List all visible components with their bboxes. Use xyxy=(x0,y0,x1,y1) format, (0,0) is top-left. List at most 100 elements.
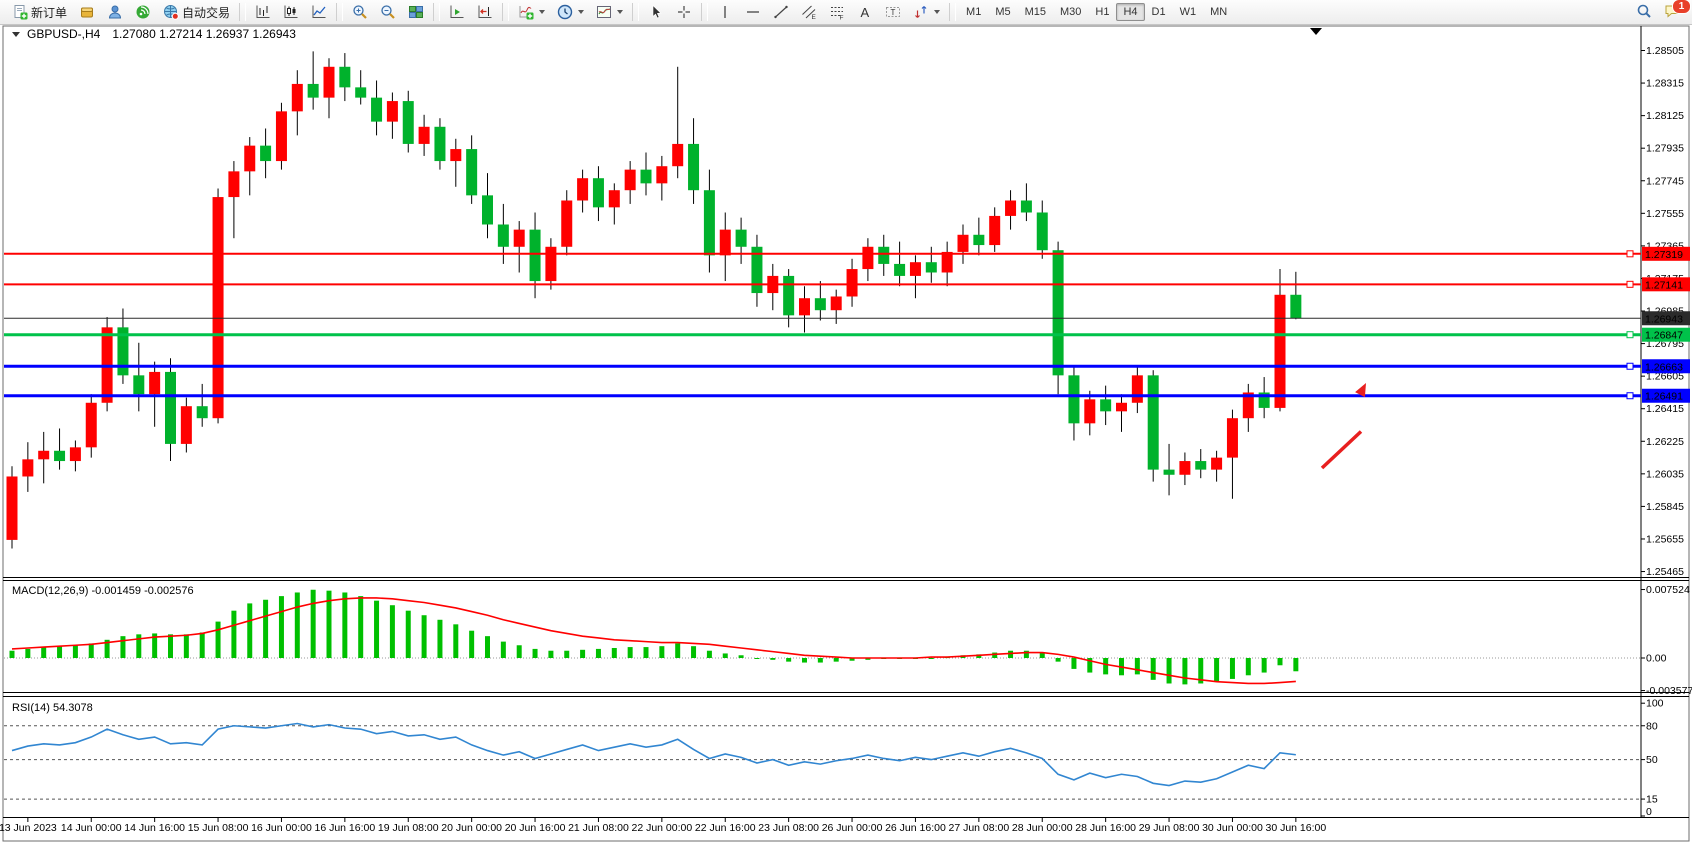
equidistant-channel-button[interactable]: E xyxy=(796,2,822,22)
chart-area[interactable]: 1.285051.283151.281251.279351.277451.275… xyxy=(0,0,1692,842)
svg-text:1.26663: 1.26663 xyxy=(1645,361,1683,373)
line-handle[interactable] xyxy=(1627,281,1633,287)
time-tick-label: 21 Jun 08:00 xyxy=(568,822,629,834)
time-tick-label: 28 Jun 16:00 xyxy=(1075,822,1136,834)
time-tick-label: 13 Jun 2023 xyxy=(0,822,57,834)
horizontal-line-button[interactable] xyxy=(740,2,766,22)
timeframe-mn[interactable]: MN xyxy=(1203,3,1234,21)
macd-bar xyxy=(992,653,997,658)
price-tick-label: 1.27745 xyxy=(1646,175,1684,187)
timeframe-m15[interactable]: M15 xyxy=(1018,3,1053,21)
time-tick-label: 28 Jun 00:00 xyxy=(1012,822,1073,834)
line-handle[interactable] xyxy=(1627,393,1633,399)
svg-text:A: A xyxy=(861,5,870,20)
price-tick-label: 1.28505 xyxy=(1646,45,1684,57)
bar-chart-icon xyxy=(255,4,271,20)
community-icon xyxy=(107,4,123,20)
timeframe-m30[interactable]: M30 xyxy=(1053,3,1088,21)
timeframe-m5[interactable]: M5 xyxy=(988,3,1017,21)
macd-bar xyxy=(311,590,316,658)
macd-tick-label: 0.00 xyxy=(1646,653,1667,665)
new-order-button[interactable]: 新订单 xyxy=(7,2,72,23)
indicators-button[interactable] xyxy=(513,2,550,22)
macd-bar xyxy=(10,651,15,658)
text-label-button[interactable]: T xyxy=(880,2,906,22)
toolbar-separator xyxy=(949,3,956,21)
candlestick-button[interactable] xyxy=(278,2,304,22)
signals-icon xyxy=(135,4,151,20)
zoom-in-button[interactable] xyxy=(347,2,373,22)
timeframe-h1[interactable]: H1 xyxy=(1088,3,1116,21)
periods-button[interactable] xyxy=(552,2,589,22)
macd-bar xyxy=(1071,658,1076,669)
timeframe-m1[interactable]: M1 xyxy=(959,3,988,21)
vertical-line-button[interactable] xyxy=(712,2,738,22)
arrows-button[interactable] xyxy=(908,2,945,22)
line-chart-icon xyxy=(311,4,327,20)
timeframe-toolbar: M1M5M15M30H1H4D1W1MN xyxy=(959,3,1234,21)
bar-chart-button[interactable] xyxy=(250,2,276,22)
time-tick-label: 27 Jun 08:00 xyxy=(948,822,1009,834)
cursor-button[interactable] xyxy=(643,2,669,22)
crosshair-button[interactable] xyxy=(671,2,697,22)
vertical-line-icon xyxy=(717,4,733,20)
macd-bar xyxy=(437,620,442,658)
macd-bar xyxy=(231,611,236,658)
tile-windows-button[interactable] xyxy=(403,2,429,22)
time-tick-label: 23 Jun 08:00 xyxy=(758,822,819,834)
chart-shift-button[interactable] xyxy=(472,2,498,22)
macd-bar xyxy=(818,658,823,663)
toolbar-buttons: 新订单 自动交易 E FAT xyxy=(6,2,959,23)
time-tick-label: 20 Jun 00:00 xyxy=(441,822,502,834)
fibonacci-button[interactable]: F xyxy=(824,2,850,22)
macd-bar xyxy=(1230,658,1235,679)
market-button[interactable] xyxy=(74,2,100,22)
trendline-button[interactable] xyxy=(768,2,794,22)
timeframe-h4[interactable]: H4 xyxy=(1116,3,1144,21)
macd-bar xyxy=(485,636,490,658)
macd-bar xyxy=(1151,658,1156,680)
price-label-badge: 1.27141 xyxy=(1642,277,1690,291)
line-handle[interactable] xyxy=(1627,251,1633,257)
macd-bar xyxy=(374,601,379,658)
timeframe-d1[interactable]: D1 xyxy=(1145,3,1173,21)
line-chart-button[interactable] xyxy=(306,2,332,22)
price-tick-label: 1.25465 xyxy=(1646,566,1684,578)
signals-button[interactable] xyxy=(130,2,156,22)
market-icon xyxy=(79,4,95,20)
time-tick-label: 26 Jun 16:00 xyxy=(885,822,946,834)
macd-bar xyxy=(89,643,94,658)
line-handle[interactable] xyxy=(1627,332,1633,338)
macd-tick-label: 0.007524 xyxy=(1646,584,1690,596)
macd-bar xyxy=(453,624,458,658)
macd-bar xyxy=(358,596,363,658)
time-tick-label: 16 Jun 00:00 xyxy=(251,822,312,834)
macd-bar xyxy=(754,658,759,659)
macd-bar xyxy=(596,649,601,658)
macd-bar xyxy=(1182,658,1187,684)
chevron-down-icon xyxy=(934,10,940,14)
macd-bar xyxy=(675,643,680,658)
community-button[interactable] xyxy=(102,2,128,22)
time-tick-label: 30 Jun 16:00 xyxy=(1265,822,1326,834)
macd-bar xyxy=(1135,658,1140,674)
search-button[interactable] xyxy=(1631,1,1657,21)
toolbar-separator xyxy=(239,3,246,21)
time-tick-label: 30 Jun 00:00 xyxy=(1202,822,1263,834)
line-handle[interactable] xyxy=(1627,363,1633,369)
chevron-down-icon xyxy=(617,10,623,14)
zoom-out-button[interactable] xyxy=(375,2,401,22)
auto-trading-button[interactable]: 自动交易 xyxy=(158,2,235,23)
chat-button[interactable]: 1 xyxy=(1659,1,1685,21)
time-tick-label: 22 Jun 00:00 xyxy=(631,822,692,834)
candle xyxy=(7,466,18,548)
time-tick-label: 19 Jun 08:00 xyxy=(378,822,439,834)
text-button[interactable]: A xyxy=(852,2,878,22)
zoom-out-icon xyxy=(380,4,396,20)
svg-text:E: E xyxy=(812,14,817,20)
templates-button[interactable] xyxy=(591,2,628,22)
auto-scroll-button[interactable] xyxy=(444,2,470,22)
timeframe-w1[interactable]: W1 xyxy=(1173,3,1204,21)
time-tick-label: 14 Jun 16:00 xyxy=(124,822,185,834)
macd-bar xyxy=(723,653,728,658)
